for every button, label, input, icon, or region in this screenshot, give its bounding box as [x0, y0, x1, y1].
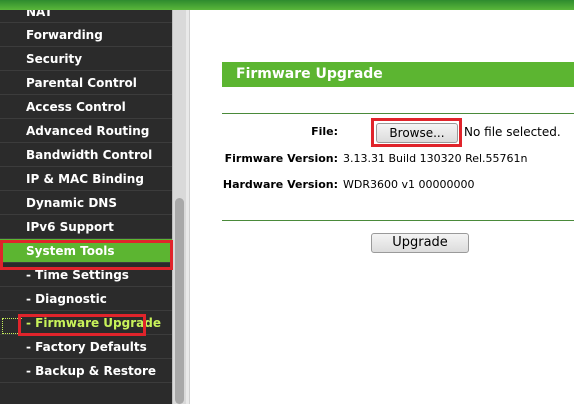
sidebar-item-dynamic-dns[interactable]: Dynamic DNS [0, 191, 172, 215]
hardware-version-label: Hardware Version: [222, 178, 338, 191]
hardware-version-value: WDR3600 v1 00000000 [343, 178, 475, 191]
file-label: File: [311, 125, 338, 138]
browse-highlight [371, 118, 462, 147]
sidebar-item-factory-defaults[interactable]: - Factory Defaults [0, 335, 172, 359]
sidebar-item-security[interactable]: Security [0, 47, 172, 71]
sidebar-item-ip-and-mac-binding[interactable]: IP & MAC Binding [0, 167, 172, 191]
top-banner-strip [0, 0, 574, 10]
sidebar-item-forwarding[interactable]: Forwarding [0, 23, 172, 47]
sidebar-scrollbar-thumb[interactable] [175, 198, 184, 404]
sidebar-menu: NAT Forwarding Security Parental Control Acc… [0, 10, 186, 404]
section-divider-top [222, 113, 574, 114]
sidebar-item-parental-control[interactable]: Parental Control [0, 71, 172, 95]
sidebar-item-diagnostic[interactable]: - Diagnostic [0, 287, 172, 311]
file-status: No file selected. [464, 125, 561, 139]
system-tools-highlight [0, 240, 173, 270]
section-divider-bottom [222, 220, 574, 221]
firmware-version-label: Firmware Version: [224, 152, 338, 165]
sidebar-item-access-control[interactable]: Access Control [0, 95, 172, 119]
section-title: Firmware Upgrade [222, 62, 574, 87]
sidebar-scrollbar[interactable] [172, 10, 186, 404]
sidebar-item-nat[interactable]: NAT [0, 10, 172, 23]
firmware-version-value: 3.13.31 Build 130320 Rel.55761n [343, 152, 528, 165]
sidebar-item-ipv6-support[interactable]: IPv6 Support [0, 215, 172, 239]
content-frame-border [186, 10, 190, 404]
sidebar-item-advanced-routing[interactable]: Advanced Routing [0, 119, 172, 143]
sidebar-item-backup-and-restore[interactable]: - Backup & Restore [0, 359, 172, 383]
firmware-upgrade-highlight [18, 314, 146, 336]
sidebar-item-bandwidth-control[interactable]: Bandwidth Control [0, 143, 172, 167]
upgrade-button[interactable]: Upgrade [371, 233, 469, 253]
